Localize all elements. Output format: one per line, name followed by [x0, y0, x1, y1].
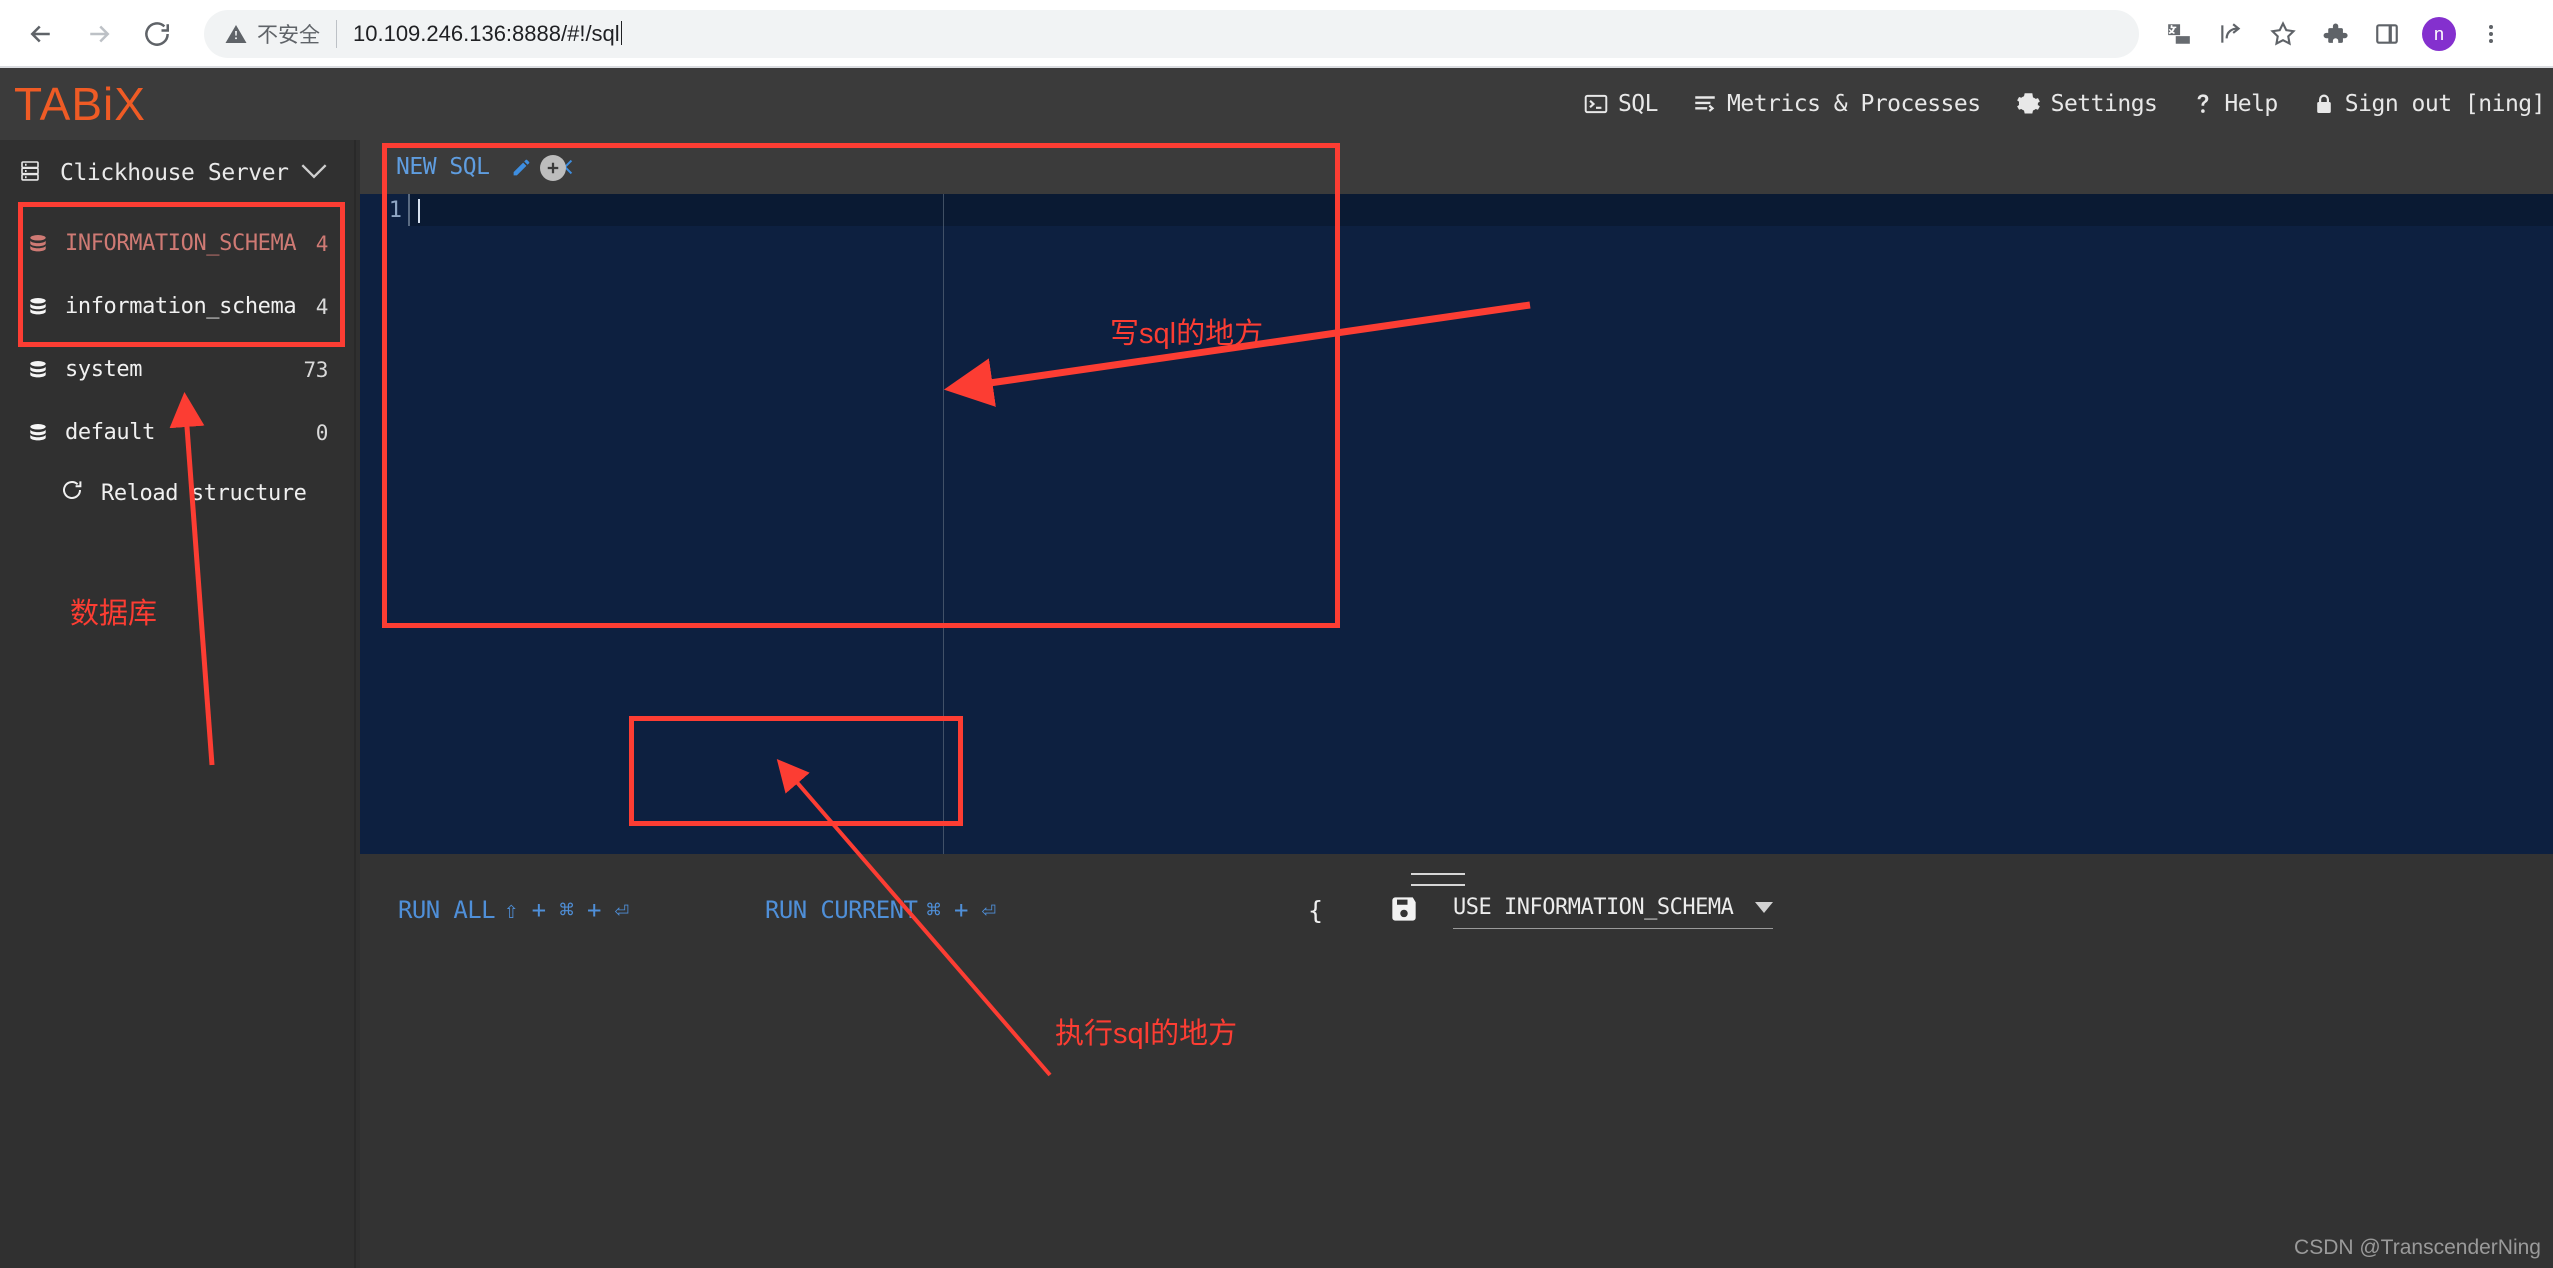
- database-table-count: 0: [316, 421, 328, 445]
- plus-circle-icon[interactable]: [540, 155, 566, 181]
- warning-triangle-icon: [224, 22, 248, 46]
- text-caret: [621, 21, 622, 45]
- database-item-information-schema[interactable]: information_schema 4: [0, 275, 350, 338]
- avatar: n: [2422, 17, 2456, 51]
- nav-item-sql[interactable]: SQL: [1583, 91, 1658, 117]
- run-all-shortcut: ⇧ + ⌘ + ⏎: [504, 896, 629, 924]
- run-current-label: RUN CURRENT: [765, 896, 917, 924]
- bookmark-star-icon[interactable]: [2257, 8, 2309, 60]
- lock-icon: [2312, 91, 2336, 117]
- tab-label: NEW SQL: [396, 154, 489, 180]
- sidebar-server-header[interactable]: Clickhouse Server: [0, 140, 350, 206]
- query-tab-bar: NEW SQL: [360, 140, 2553, 194]
- reload-structure-label: Reload structure: [101, 481, 307, 506]
- use-database-value: USE INFORMATION_SCHEMA: [1453, 895, 1733, 920]
- database-item-default[interactable]: default 0: [0, 401, 350, 464]
- database-icon: [27, 359, 49, 381]
- question-mark-icon: [2191, 91, 2215, 117]
- database-item-system[interactable]: system 73: [0, 338, 350, 401]
- kebab-menu-icon[interactable]: [2465, 8, 2517, 60]
- omnibox-divider: [336, 20, 337, 48]
- nav-label-settings: Settings: [2051, 91, 2158, 117]
- security-label: 不安全: [257, 19, 320, 49]
- browser-action-icons: n: [2153, 8, 2527, 60]
- translate-icon[interactable]: [2153, 8, 2205, 60]
- run-all-label: RUN ALL: [398, 896, 495, 924]
- database-icon: [27, 296, 49, 318]
- nav-item-settings[interactable]: Settings: [2015, 91, 2158, 118]
- browser-chrome: 不安全 10.109.246.136:8888/#!/sql: [0, 0, 2553, 68]
- save-floppy-icon[interactable]: [1390, 894, 1418, 929]
- editor-active-line: [360, 194, 2553, 226]
- run-current-button[interactable]: RUN CURRENT ⌘ + ⏎: [765, 896, 996, 924]
- server-icon: [18, 158, 42, 189]
- editor-gutter-border: [408, 194, 410, 226]
- editor-print-margin-ruler: [943, 194, 944, 854]
- sidebar-splitter[interactable]: [350, 140, 360, 1268]
- browser-back-button[interactable]: [12, 5, 70, 63]
- top-navigation: SQL Metrics & Processes: [1583, 68, 2545, 140]
- select-underline: [1453, 928, 1773, 929]
- database-table-count: 4: [316, 232, 328, 256]
- run-all-button[interactable]: RUN ALL ⇧ + ⌘ + ⏎: [398, 896, 629, 924]
- editor-toolbar: RUN ALL ⇧ + ⌘ + ⏎ RUN CURRENT ⌘ + ⏎ { US…: [360, 854, 2553, 974]
- app-header: TABiX SQL Metrics & Pro: [0, 68, 2553, 140]
- editor-line-number: 1: [360, 198, 402, 223]
- browser-reload-button[interactable]: [128, 5, 186, 63]
- arrow-right-icon: [84, 19, 114, 49]
- use-database-select[interactable]: USE INFORMATION_SCHEMA: [1453, 886, 1773, 929]
- database-icon: [27, 233, 49, 255]
- reload-icon: [142, 19, 172, 49]
- browser-forward-button[interactable]: [70, 5, 128, 63]
- database-item-information-schema-upper[interactable]: INFORMATION_SCHEMA 4: [0, 212, 350, 275]
- database-name: system: [65, 357, 304, 382]
- format-braces-icon[interactable]: {: [1308, 896, 1323, 925]
- nav-label-metrics-processes: Metrics & Processes: [1727, 91, 1981, 117]
- run-current-shortcut: ⌘ + ⏎: [926, 896, 995, 924]
- sidebar-server-label: Clickhouse Server: [60, 160, 289, 186]
- editor-gutter: [360, 194, 408, 854]
- workspace: NEW SQL 1: [360, 140, 2553, 1268]
- nav-label-sign-out: Sign out [ning]: [2345, 91, 2545, 117]
- url-text: 10.109.246.136:8888/#!/sql: [353, 21, 622, 47]
- pencil-icon[interactable]: [511, 157, 532, 178]
- arrow-left-icon: [26, 19, 56, 49]
- refresh-icon: [60, 478, 84, 508]
- nav-label-help: Help: [2224, 91, 2277, 117]
- database-table-count: 4: [316, 295, 328, 319]
- nav-item-sign-out[interactable]: Sign out [ning]: [2312, 91, 2545, 117]
- watermark: CSDN @TranscenderNing: [2294, 1236, 2541, 1260]
- editor-text-caret: [418, 199, 420, 223]
- sql-console-icon: [1583, 91, 1609, 117]
- chevron-down-icon[interactable]: [300, 162, 328, 185]
- database-icon: [27, 422, 49, 444]
- tabix-app: TABiX SQL Metrics & Pro: [0, 68, 2553, 1268]
- metrics-list-icon: [1692, 91, 1718, 117]
- database-name: information_schema: [65, 294, 316, 319]
- app-logo[interactable]: TABiX: [0, 77, 146, 131]
- gear-icon: [2015, 91, 2042, 118]
- nav-label-sql: SQL: [1618, 91, 1658, 117]
- chevron-down-icon[interactable]: [1755, 902, 1773, 913]
- address-bar[interactable]: 不安全 10.109.246.136:8888/#!/sql: [204, 10, 2139, 58]
- database-name: default: [65, 420, 316, 445]
- database-list: INFORMATION_SCHEMA 4 information_schema …: [0, 206, 350, 464]
- extensions-puzzle-icon[interactable]: [2309, 8, 2361, 60]
- side-panel-icon[interactable]: [2361, 8, 2413, 60]
- sidebar: Clickhouse Server INFORMATION_SCHEMA 4: [0, 140, 350, 1268]
- nav-item-help[interactable]: Help: [2191, 91, 2277, 117]
- database-name: INFORMATION_SCHEMA: [65, 231, 316, 256]
- share-icon[interactable]: [2205, 8, 2257, 60]
- profile-avatar[interactable]: n: [2413, 8, 2465, 60]
- reload-structure-button[interactable]: Reload structure: [0, 464, 350, 522]
- sql-editor[interactable]: 1: [360, 194, 2553, 854]
- nav-item-metrics-processes[interactable]: Metrics & Processes: [1692, 91, 1981, 117]
- database-table-count: 73: [304, 358, 329, 382]
- security-indicator[interactable]: 不安全: [224, 19, 320, 49]
- url-value: 10.109.246.136:8888/#!/sql: [353, 21, 620, 46]
